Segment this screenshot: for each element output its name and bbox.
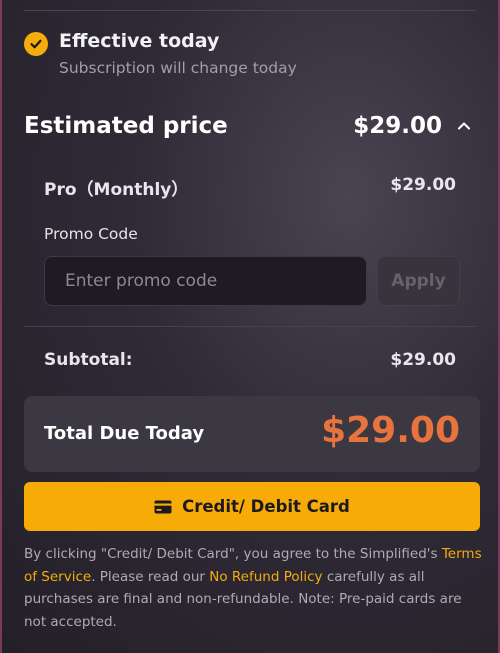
plan-price: $29.00 — [390, 175, 456, 195]
apply-button[interactable]: Apply — [377, 256, 460, 306]
subtotal-value: $29.00 — [390, 350, 456, 370]
total-due-value: $29.00 — [321, 410, 460, 451]
credit-debit-card-label: Credit/ Debit Card — [182, 497, 350, 516]
estimated-price-value: $29.00 — [353, 113, 442, 139]
check-circle-icon — [24, 32, 48, 56]
top-divider — [24, 10, 476, 11]
checkout-panel: Effective today Subscription will change… — [0, 0, 500, 653]
credit-debit-card-button[interactable]: Credit/ Debit Card — [24, 482, 480, 531]
chevron-up-icon[interactable] — [456, 118, 472, 134]
effective-title: Effective today — [59, 30, 220, 52]
promo-code-label: Promo Code — [44, 225, 138, 243]
legal-text-1: By clicking "Credit/ Debit Card", you ag… — [24, 546, 442, 562]
estimated-price-label: Estimated price — [24, 113, 228, 139]
effective-subtitle: Subscription will change today — [59, 59, 297, 77]
promo-code-input[interactable] — [44, 256, 367, 306]
legal-text-2: . Please read our — [91, 568, 210, 585]
subtotal-label: Subtotal: — [44, 350, 133, 370]
legal-disclaimer: By clicking "Credit/ Debit Card", you ag… — [24, 543, 484, 633]
total-due-box: Total Due Today $29.00 — [24, 396, 480, 472]
no-refund-policy-link[interactable]: No Refund Policy — [209, 569, 322, 585]
plan-name: Pro（Monthly） — [44, 180, 189, 200]
section-divider — [24, 326, 476, 327]
credit-card-icon — [154, 500, 172, 513]
total-due-label: Total Due Today — [44, 423, 205, 444]
